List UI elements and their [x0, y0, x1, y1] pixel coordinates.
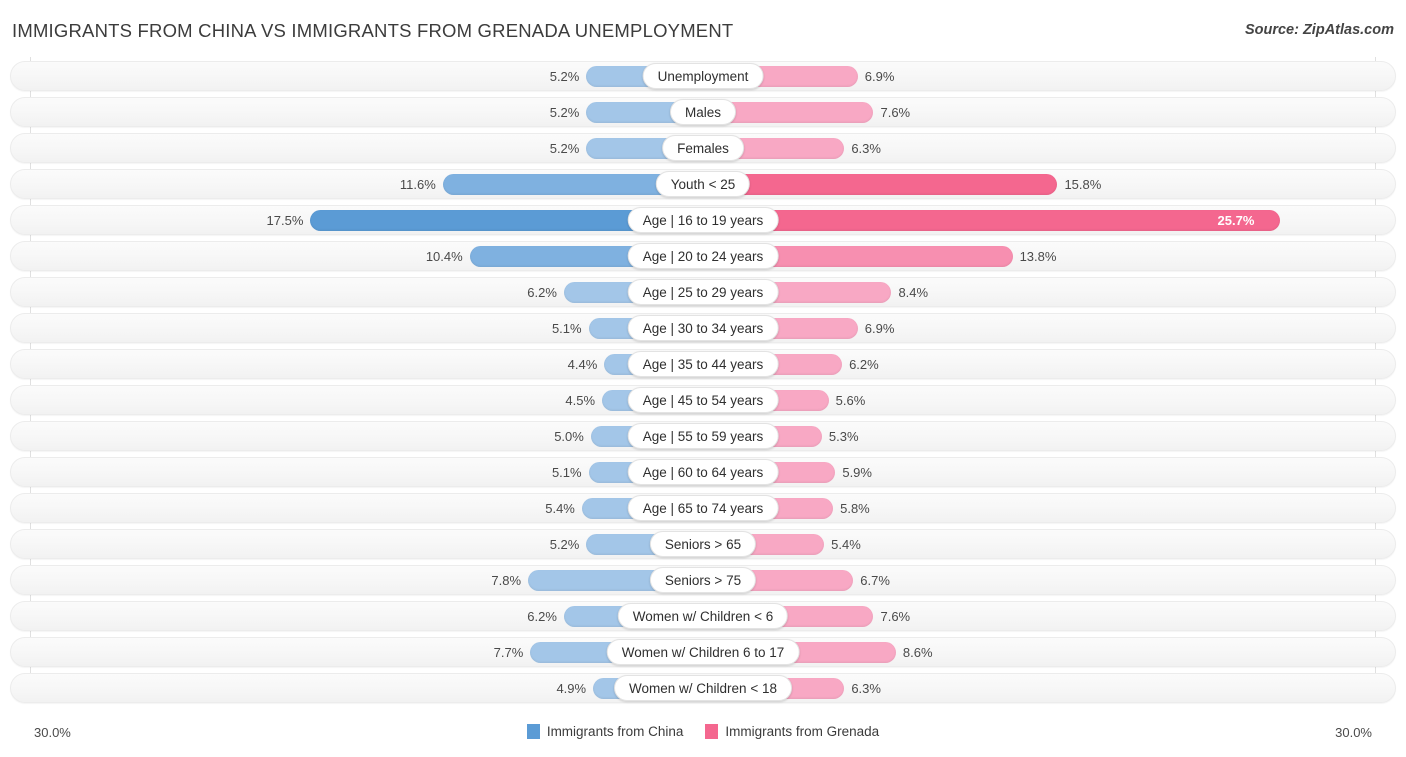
category-label-pill: Age | 20 to 24 years — [627, 243, 779, 269]
value-label-left: 6.2% — [527, 609, 557, 624]
category-label-pill: Women w/ Children < 6 — [617, 603, 789, 629]
category-label-pill: Age | 45 to 54 years — [627, 387, 779, 413]
category-label-pill: Age | 25 to 29 years — [627, 279, 779, 305]
value-label-right: 6.2% — [849, 357, 879, 372]
bar-row: 5.2% 5.4% Seniors > 65 — [0, 529, 1406, 559]
value-label-left: 5.2% — [549, 141, 580, 156]
bar-row: 5.0% 5.3% Age | 55 to 59 years — [0, 421, 1406, 451]
bar-row: 5.2% 6.9% Unemployment — [0, 61, 1406, 91]
value-label-right: 7.6% — [880, 609, 911, 624]
bar-row: 6.2% 8.4% Age | 25 to 29 years — [0, 277, 1406, 307]
bar-row: 6.2% 7.6% Women w/ Children < 6 — [0, 601, 1406, 631]
bar-row: 7.8% 6.7% Seniors > 75 — [0, 565, 1406, 595]
bar-row: 7.7% 8.6% Women w/ Children 6 to 17 — [0, 637, 1406, 667]
value-label-left: 5.0% — [554, 429, 584, 444]
page-title: IMMIGRANTS FROM CHINA VS IMMIGRANTS FROM… — [12, 20, 734, 41]
value-label-right: 5.3% — [828, 429, 859, 444]
value-label-right: 8.6% — [902, 645, 933, 660]
bar-row: 4.4% 6.2% Age | 35 to 44 years — [0, 349, 1406, 379]
bar-right-grenada — [703, 210, 1280, 231]
value-label-left: 11.6% — [399, 177, 436, 192]
value-label-right: 5.4% — [831, 537, 861, 552]
bar-row: 4.5% 5.6% Age | 45 to 54 years — [0, 385, 1406, 415]
value-label-left: 10.4% — [425, 249, 463, 264]
bar-rows-container: 5.2% 6.9% Unemployment 5.2% 7.6% Males 5.2% 6.3… — [0, 61, 1406, 709]
legend-label: Immigrants from Grenada — [725, 724, 880, 739]
value-label-right: 7.6% — [880, 105, 911, 120]
value-label-right: 5.8% — [840, 501, 870, 516]
value-label-right: 6.7% — [860, 573, 890, 588]
category-label-pill: Seniors > 75 — [649, 567, 757, 593]
value-label-left: 4.4% — [567, 357, 598, 372]
category-label-pill: Women w/ Children 6 to 17 — [606, 639, 800, 665]
value-label-right: 13.8% — [1019, 249, 1057, 264]
bar-row: 5.2% 7.6% Males — [0, 97, 1406, 127]
value-label-left: 4.5% — [565, 393, 596, 408]
bar-row: 5.1% 6.9% Age | 30 to 34 years — [0, 313, 1406, 343]
value-label-left: 5.1% — [551, 465, 582, 480]
category-label-pill: Age | 60 to 64 years — [627, 459, 779, 485]
value-label-right: 5.9% — [842, 465, 872, 480]
value-label-right: 25.7% — [1217, 213, 1255, 228]
legend-label: Immigrants from China — [546, 724, 684, 739]
category-label-pill: Age | 30 to 34 years — [627, 315, 779, 341]
bar-row: 5.1% 5.9% Age | 60 to 64 years — [0, 457, 1406, 487]
category-label-pill: Age | 65 to 74 years — [627, 495, 779, 521]
category-label-pill: Age | 55 to 59 years — [627, 423, 779, 449]
chart-header: IMMIGRANTS FROM CHINA VS IMMIGRANTS FROM… — [0, 0, 1406, 50]
category-label-pill: Age | 16 to 19 years — [627, 207, 779, 233]
bar-row: 5.2% 6.3% Females — [0, 133, 1406, 163]
value-label-left: 5.2% — [549, 105, 580, 120]
bar-row: 4.9% 6.3% Women w/ Children < 18 — [0, 673, 1406, 703]
value-label-right: 15.8% — [1064, 177, 1102, 192]
bar-row: 17.5% 25.7% Age | 16 to 19 years — [0, 205, 1406, 235]
value-label-left: 5.2% — [549, 537, 580, 552]
category-label-pill: Age | 35 to 44 years — [627, 351, 779, 377]
value-label-right: 8.4% — [898, 285, 929, 300]
category-label-pill: Males — [669, 99, 737, 125]
value-label-right: 6.3% — [851, 681, 881, 696]
value-label-right: 6.3% — [851, 141, 881, 156]
value-label-left: 5.1% — [551, 321, 582, 336]
category-label-pill: Seniors > 65 — [649, 531, 757, 557]
legend-swatch-icon — [526, 724, 540, 739]
category-label-pill: Women w/ Children < 18 — [614, 675, 792, 701]
bar-row: 10.4% 13.8% Age | 20 to 24 years — [0, 241, 1406, 271]
legend-item: Immigrants from China — [526, 724, 684, 739]
bar-row: 11.6% 15.8% Youth < 25 — [0, 169, 1406, 199]
value-label-left: 7.8% — [491, 573, 522, 588]
category-label-pill: Unemployment — [642, 63, 764, 89]
value-label-left: 7.7% — [493, 645, 524, 660]
value-label-left: 6.2% — [527, 285, 557, 300]
category-label-pill: Females — [662, 135, 744, 161]
value-label-left: 17.5% — [266, 213, 304, 228]
value-label-right: 5.6% — [835, 393, 866, 408]
bar-row: 5.4% 5.8% Age | 65 to 74 years — [0, 493, 1406, 523]
category-label-pill: Youth < 25 — [655, 171, 751, 197]
value-label-left: 5.2% — [549, 69, 580, 84]
legend-item: Immigrants from Grenada — [705, 724, 879, 739]
value-label-left: 4.9% — [556, 681, 587, 696]
chart-legend: Immigrants from China Immigrants from Gre… — [0, 724, 1406, 739]
chart-plot-area: 5.2% 6.9% Unemployment 5.2% 7.6% Males 5.2% 6.3… — [0, 57, 1406, 719]
legend-swatch-icon — [705, 724, 719, 739]
value-label-right: 6.9% — [864, 69, 895, 84]
chart-footer: 30.0% 30.0% Immigrants from China Immigra… — [0, 719, 1406, 757]
bar-right-grenada — [703, 174, 1058, 195]
value-label-left: 5.4% — [545, 501, 575, 516]
source-attribution: Source: ZipAtlas.com — [1244, 22, 1394, 38]
value-label-right: 6.9% — [864, 321, 895, 336]
